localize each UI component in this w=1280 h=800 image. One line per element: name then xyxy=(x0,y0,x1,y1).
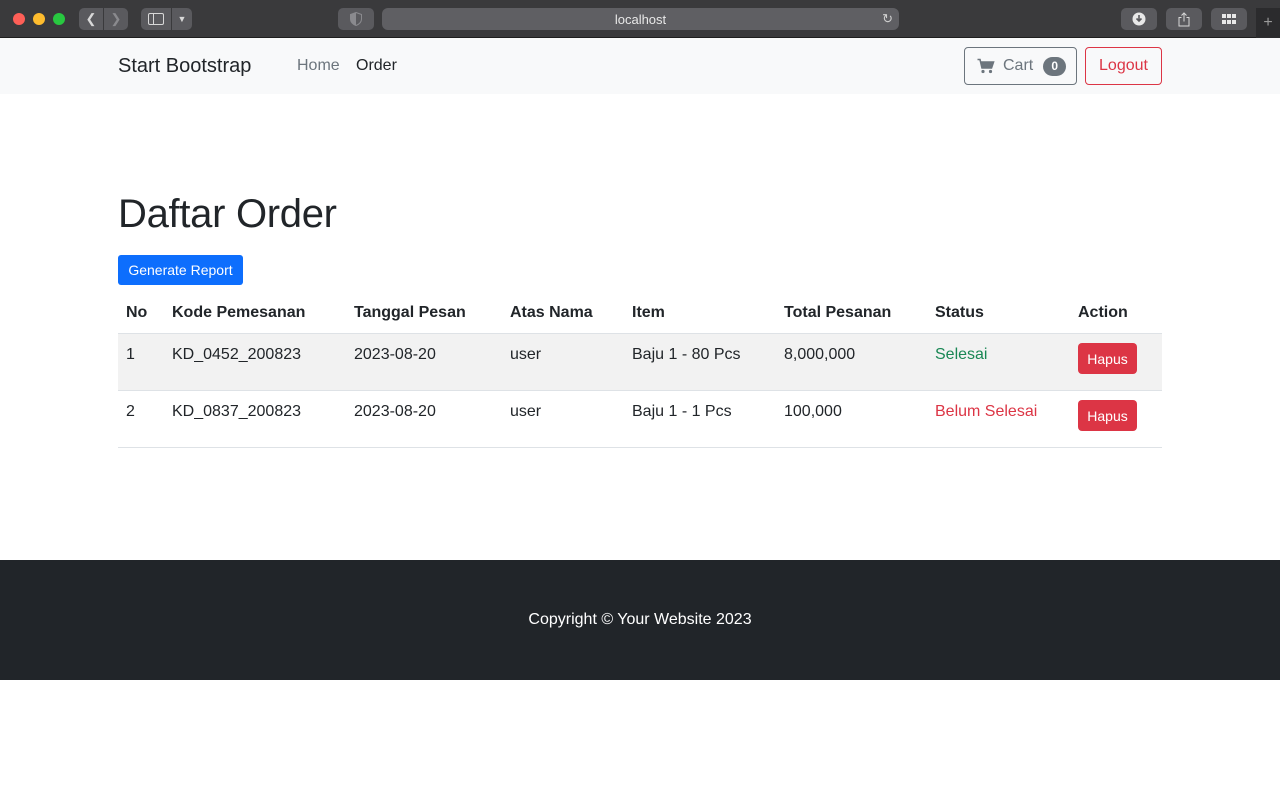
forward-button[interactable]: ❯ xyxy=(104,8,128,30)
status-badge: Belum Selesai xyxy=(935,403,1038,420)
generate-report-button[interactable]: Generate Report xyxy=(118,255,243,285)
page-title: Daftar Order xyxy=(118,192,337,236)
nav-link-home[interactable]: Home xyxy=(297,57,340,75)
sidebar-menu-button[interactable]: ▼ xyxy=(172,8,192,30)
share-button[interactable] xyxy=(1166,8,1202,30)
cart-count-badge: 0 xyxy=(1043,56,1067,76)
column-header-action: Action xyxy=(1078,304,1128,321)
browser-toolbar: ❮ ❯ ▼ localhost ↻ + xyxy=(0,0,1280,38)
cart-label: Cart xyxy=(1003,57,1034,74)
shield-icon xyxy=(350,12,362,26)
nav-link-order[interactable]: Order xyxy=(356,57,397,75)
column-header-kode: Kode Pemesanan xyxy=(172,304,306,321)
tab-overview-button[interactable] xyxy=(1211,8,1247,30)
cell-total: 100,000 xyxy=(784,403,842,420)
zoom-window-button[interactable] xyxy=(53,13,65,25)
logout-button[interactable]: Logout xyxy=(1085,47,1162,85)
cell-kode: KD_0452_200823 xyxy=(172,346,302,363)
plus-icon: + xyxy=(1263,14,1273,31)
table-header-row: No Kode Pemesanan Tanggal Pesan Atas Nam… xyxy=(118,294,1162,334)
reload-icon[interactable]: ↻ xyxy=(882,11,893,27)
page-footer: Copyright © Your Website 2023 xyxy=(0,560,1280,680)
close-window-button[interactable] xyxy=(13,13,25,25)
navbar-brand[interactable]: Start Bootstrap xyxy=(118,55,251,78)
cart-button[interactable]: Cart 0 xyxy=(964,47,1077,85)
url-text: localhost xyxy=(614,11,667,27)
table-row: 1 KD_0452_200823 2023-08-20 user Baju 1 … xyxy=(118,334,1162,391)
grid-icon xyxy=(1222,14,1236,24)
column-header-status: Status xyxy=(935,304,984,321)
minimize-window-button[interactable] xyxy=(33,13,45,25)
address-bar[interactable]: localhost ↻ xyxy=(382,8,899,30)
downloads-button[interactable] xyxy=(1121,8,1157,30)
cart-icon xyxy=(977,58,995,74)
chevron-down-icon: ▼ xyxy=(177,14,187,24)
cell-atas-nama: user xyxy=(510,346,542,363)
table-row: 2 KD_0837_200823 2023-08-20 user Baju 1 … xyxy=(118,391,1162,448)
new-tab-button[interactable]: + xyxy=(1256,8,1280,38)
cell-atas-nama: user xyxy=(510,403,542,420)
column-header-total: Total Pesanan xyxy=(784,304,892,321)
footer-copyright: Copyright © Your Website 2023 xyxy=(528,611,752,628)
cell-tanggal: 2023-08-20 xyxy=(354,346,436,363)
download-icon xyxy=(1132,12,1146,26)
share-icon xyxy=(1178,11,1190,26)
cell-tanggal: 2023-08-20 xyxy=(354,403,436,420)
cell-kode: KD_0837_200823 xyxy=(172,403,302,420)
cell-no: 1 xyxy=(126,346,135,363)
chevron-right-icon: ❯ xyxy=(110,11,122,26)
delete-button[interactable]: Hapus xyxy=(1078,343,1137,374)
column-header-tanggal: Tanggal Pesan xyxy=(354,304,466,321)
cell-total: 8,000,000 xyxy=(784,346,856,363)
column-header-item: Item xyxy=(632,304,665,321)
back-button[interactable]: ❮ xyxy=(79,8,103,30)
cell-no: 2 xyxy=(126,403,135,420)
sidebar-icon xyxy=(148,13,164,25)
column-header-atas-nama: Atas Nama xyxy=(510,304,593,321)
top-navbar: Start Bootstrap Home Order Cart 0 Logout xyxy=(0,38,1280,94)
column-header-no: No xyxy=(126,304,148,321)
status-badge: Selesai xyxy=(935,346,988,363)
order-table: No Kode Pemesanan Tanggal Pesan Atas Nam… xyxy=(118,294,1162,448)
cell-item: Baju 1 - 1 Pcs xyxy=(632,403,732,420)
cell-item: Baju 1 - 80 Pcs xyxy=(632,346,741,363)
chevron-left-icon: ❮ xyxy=(85,11,97,26)
sidebar-toggle-button[interactable] xyxy=(141,8,171,30)
delete-button[interactable]: Hapus xyxy=(1078,400,1137,431)
privacy-report-button[interactable] xyxy=(338,8,374,30)
